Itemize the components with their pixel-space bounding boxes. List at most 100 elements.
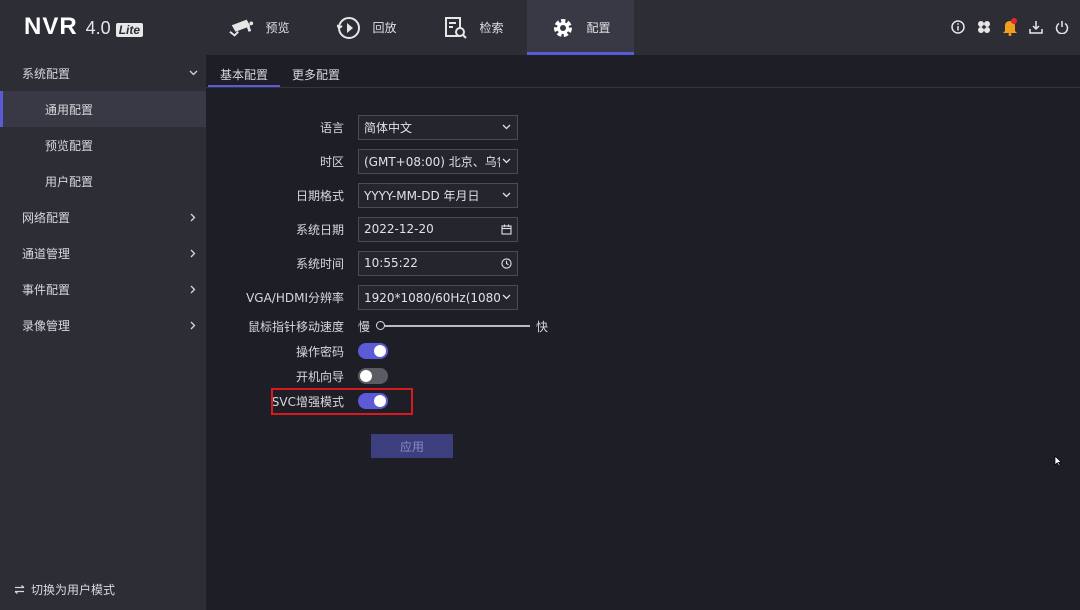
fast-label: 快 (536, 319, 549, 334)
sidebar-item-label: 系统配置 (22, 66, 71, 81)
op-password-label: 操作密码 (295, 344, 344, 359)
language-row: 语言 简体中文 (206, 114, 626, 140)
resolution-label: VGA/HDMI分辨率 (246, 290, 344, 305)
gear-icon (550, 15, 576, 41)
top-bar: NVR 4.0 Lite 预览 回放 检索 配置 (0, 0, 1080, 55)
nav-label: 配置 (586, 21, 611, 35)
svc-mode-row: SVC增强模式 (206, 388, 626, 414)
sidebar-item-event-config[interactable]: 事件配置 (0, 271, 206, 307)
download-icon[interactable] (1028, 17, 1044, 37)
system-date-label: 系统日期 (295, 222, 344, 237)
search-doc-icon (443, 15, 469, 41)
sidebar-item-network-config[interactable]: 网络配置 (0, 199, 206, 235)
info-icon[interactable] (950, 17, 966, 37)
timezone-label: 时区 (319, 154, 344, 169)
startup-wizard-toggle[interactable] (358, 368, 388, 384)
main-nav: 预览 回放 检索 配置 (206, 0, 634, 55)
chevron-right-icon (188, 284, 198, 294)
sidebar-item-label: 事件配置 (22, 282, 71, 297)
main-panel: 基本配置 更多配置 语言 简体中文 时区 (GMT+08:00) 北京、乌鲁木齐… (206, 55, 1080, 610)
nav-preview[interactable]: 预览 (206, 0, 313, 55)
resolution-value: 1920*1080/60Hz(1080P) (推荐) (364, 290, 500, 305)
logo-version: 4.0 (85, 18, 111, 38)
mouse-speed-control: 慢 快 (358, 318, 548, 335)
chevron-right-icon (188, 320, 198, 330)
nav-search[interactable]: 检索 (420, 0, 527, 55)
resolution-row: VGA/HDMI分辨率 1920*1080/60Hz(1080P) (推荐) (206, 284, 626, 310)
system-time-row: 系统时间 10:55:22 (206, 250, 626, 276)
sidebar-item-preview-config[interactable]: 预览配置 (0, 127, 206, 163)
chevron-down-icon (500, 189, 512, 201)
resolution-select[interactable]: 1920*1080/60Hz(1080P) (推荐) (358, 284, 518, 310)
timezone-value: (GMT+08:00) 北京、乌鲁木齐 (364, 154, 500, 169)
sidebar-item-user-config[interactable]: 用户配置 (0, 163, 206, 199)
mouse-speed-row: 鼠标指针移动速度 慢 快 (206, 313, 626, 339)
slider-handle[interactable] (376, 321, 386, 330)
fan-icon[interactable] (976, 17, 992, 37)
slow-label: 慢 (358, 319, 371, 334)
sidebar-item-label: 预览配置 (45, 138, 94, 153)
nav-label: 回放 (372, 21, 397, 35)
tab-more-config[interactable]: 更多配置 (280, 63, 352, 87)
power-icon[interactable] (1054, 17, 1070, 37)
apply-button[interactable]: 应用 (371, 434, 453, 458)
language-select[interactable]: 简体中文 (358, 114, 518, 140)
camera-icon (229, 15, 255, 41)
tab-bar: 基本配置 更多配置 (208, 63, 352, 87)
swap-icon (14, 583, 25, 597)
startup-wizard-row: 开机向导 (206, 363, 626, 389)
clock-icon[interactable] (500, 257, 512, 269)
timezone-row: 时区 (GMT+08:00) 北京、乌鲁木齐 (206, 148, 626, 174)
calendar-icon[interactable] (500, 223, 512, 235)
alarm-bell-icon[interactable] (1002, 17, 1018, 37)
system-date-input[interactable]: 2022-12-20 (358, 216, 518, 242)
toggle-knob (374, 345, 386, 357)
chevron-down-icon (188, 68, 198, 78)
date-format-select[interactable]: YYYY-MM-DD 年月日 (358, 182, 518, 208)
nav-label: 预览 (265, 21, 290, 35)
sidebar-item-label: 通用配置 (45, 102, 94, 117)
header-icons (950, 17, 1070, 37)
tab-basic-config[interactable]: 基本配置 (208, 63, 281, 87)
mouse-speed-label: 鼠标指针移动速度 (247, 319, 344, 334)
logo-main: NVR (24, 13, 78, 40)
playback-icon (336, 15, 362, 41)
logo-edition: Lite (115, 23, 144, 37)
system-date-row: 系统日期 2022-12-20 (206, 216, 626, 242)
system-time-label: 系统时间 (295, 256, 344, 271)
timezone-select[interactable]: (GMT+08:00) 北京、乌鲁木齐 (358, 148, 518, 174)
switch-mode-button[interactable]: 切换为用户模式 (14, 581, 115, 598)
sidebar-item-general-config[interactable]: 通用配置 (0, 91, 206, 127)
sidebar-item-label: 网络配置 (22, 210, 71, 225)
system-time-input[interactable]: 10:55:22 (358, 250, 518, 276)
sidebar: 系统配置 通用配置 预览配置 用户配置 网络配置 通道管理 事件配置 录像管理 … (0, 55, 206, 610)
sidebar-item-channel-mgmt[interactable]: 通道管理 (0, 235, 206, 271)
logo: NVR 4.0 Lite (24, 13, 144, 43)
chevron-down-icon (500, 291, 512, 303)
language-label: 语言 (319, 120, 344, 135)
sidebar-item-label: 录像管理 (22, 318, 71, 333)
switch-mode-label: 切换为用户模式 (31, 583, 116, 597)
system-date-value: 2022-12-20 (364, 222, 434, 236)
chevron-right-icon (188, 212, 198, 222)
sidebar-item-label: 用户配置 (45, 174, 94, 189)
sidebar-item-record-mgmt[interactable]: 录像管理 (0, 307, 206, 343)
date-format-value: YYYY-MM-DD 年月日 (364, 188, 480, 203)
language-value: 简体中文 (364, 120, 413, 135)
startup-wizard-label: 开机向导 (295, 369, 344, 384)
op-password-toggle[interactable] (358, 343, 388, 359)
nav-config[interactable]: 配置 (527, 0, 634, 55)
date-format-row: 日期格式 YYYY-MM-DD 年月日 (206, 182, 626, 208)
date-format-label: 日期格式 (295, 188, 344, 203)
system-time-value: 10:55:22 (364, 256, 418, 270)
mouse-cursor-icon (1054, 455, 1062, 467)
sidebar-item-label: 通道管理 (22, 246, 71, 261)
chevron-down-icon (500, 155, 512, 167)
nav-playback[interactable]: 回放 (313, 0, 420, 55)
toggle-knob (360, 370, 372, 382)
sidebar-item-system-config[interactable]: 系统配置 (0, 55, 206, 91)
mouse-speed-slider[interactable] (376, 321, 531, 330)
svc-highlight-box (271, 388, 413, 415)
op-password-row: 操作密码 (206, 338, 626, 364)
tab-divider (206, 87, 1080, 88)
